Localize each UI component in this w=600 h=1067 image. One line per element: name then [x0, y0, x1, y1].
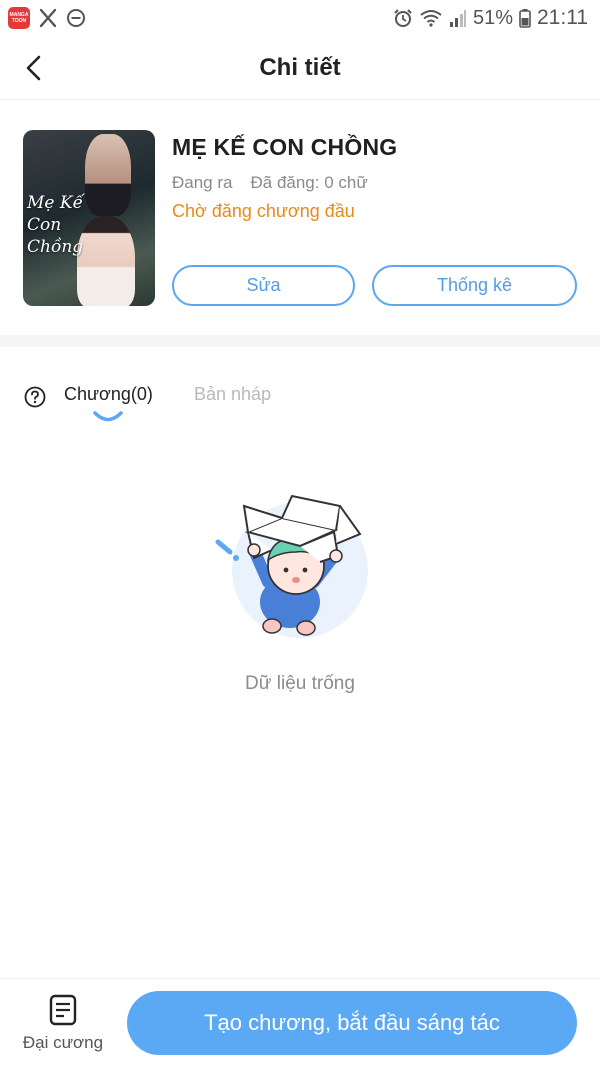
cover-figure-top — [85, 134, 131, 216]
outline-label: Đại cương — [22, 1033, 104, 1052]
tab-active-indicator — [93, 411, 123, 422]
signal-icon — [449, 10, 466, 27]
empty-state-message: Dữ liệu trống — [245, 673, 355, 694]
book-cover[interactable]: Mẹ Kế Con Chồng — [23, 130, 155, 306]
tab-chapters[interactable]: Chương(0) — [64, 384, 153, 405]
chevron-left-icon — [26, 55, 41, 81]
clock: 21:11 — [537, 6, 588, 29]
status-bar-left: MANGA TOON — [8, 7, 86, 29]
mangatoon-app-icon: MANGA TOON — [8, 7, 30, 29]
publish-status: Đang ra — [172, 173, 233, 192]
tab-bar: Chương(0) Bản nháp — [0, 370, 600, 430]
battery-icon — [519, 9, 531, 28]
word-count: Đã đăng: 0 chữ — [250, 173, 368, 192]
wifi-icon — [420, 10, 442, 27]
back-button[interactable] — [16, 50, 52, 86]
bottom-action-bar: Đại cương Tạo chương, bắt đầu sáng tác — [0, 978, 600, 1067]
status-bar-right: 51% 21:11 — [393, 6, 588, 30]
tab-drafts[interactable]: Bản nháp — [194, 384, 271, 405]
create-chapter-button[interactable]: Tạo chương, bắt đầu sáng tác — [127, 991, 577, 1055]
edit-button[interactable]: Sửa — [172, 265, 355, 306]
book-title: MẸ KẾ CON CHỒNG — [172, 134, 398, 160]
battery-percent: 51% — [472, 6, 513, 29]
section-divider — [0, 335, 600, 347]
cover-title-art: Mẹ Kế Con Chồng — [27, 193, 84, 257]
status-bar: MANGA TOON 51% 21:11 — [0, 0, 600, 36]
do-not-disturb-icon — [67, 9, 85, 27]
header: Chi tiết — [0, 36, 600, 100]
page-title: Chi tiết — [259, 53, 341, 81]
alarm-icon — [394, 9, 412, 27]
book-meta: Đang ra Đã đăng: 0 chữ — [172, 173, 368, 193]
document-icon — [49, 994, 77, 1026]
help-icon[interactable] — [24, 386, 46, 408]
cover-figure-bottom — [77, 216, 135, 306]
outline-button[interactable]: Đại cương — [18, 993, 108, 1057]
stats-button[interactable]: Thống kê — [372, 265, 577, 306]
x-icon — [39, 8, 57, 28]
chapter-status: Chờ đăng chương đầu — [172, 201, 355, 221]
empty-box-illustration — [215, 494, 368, 638]
